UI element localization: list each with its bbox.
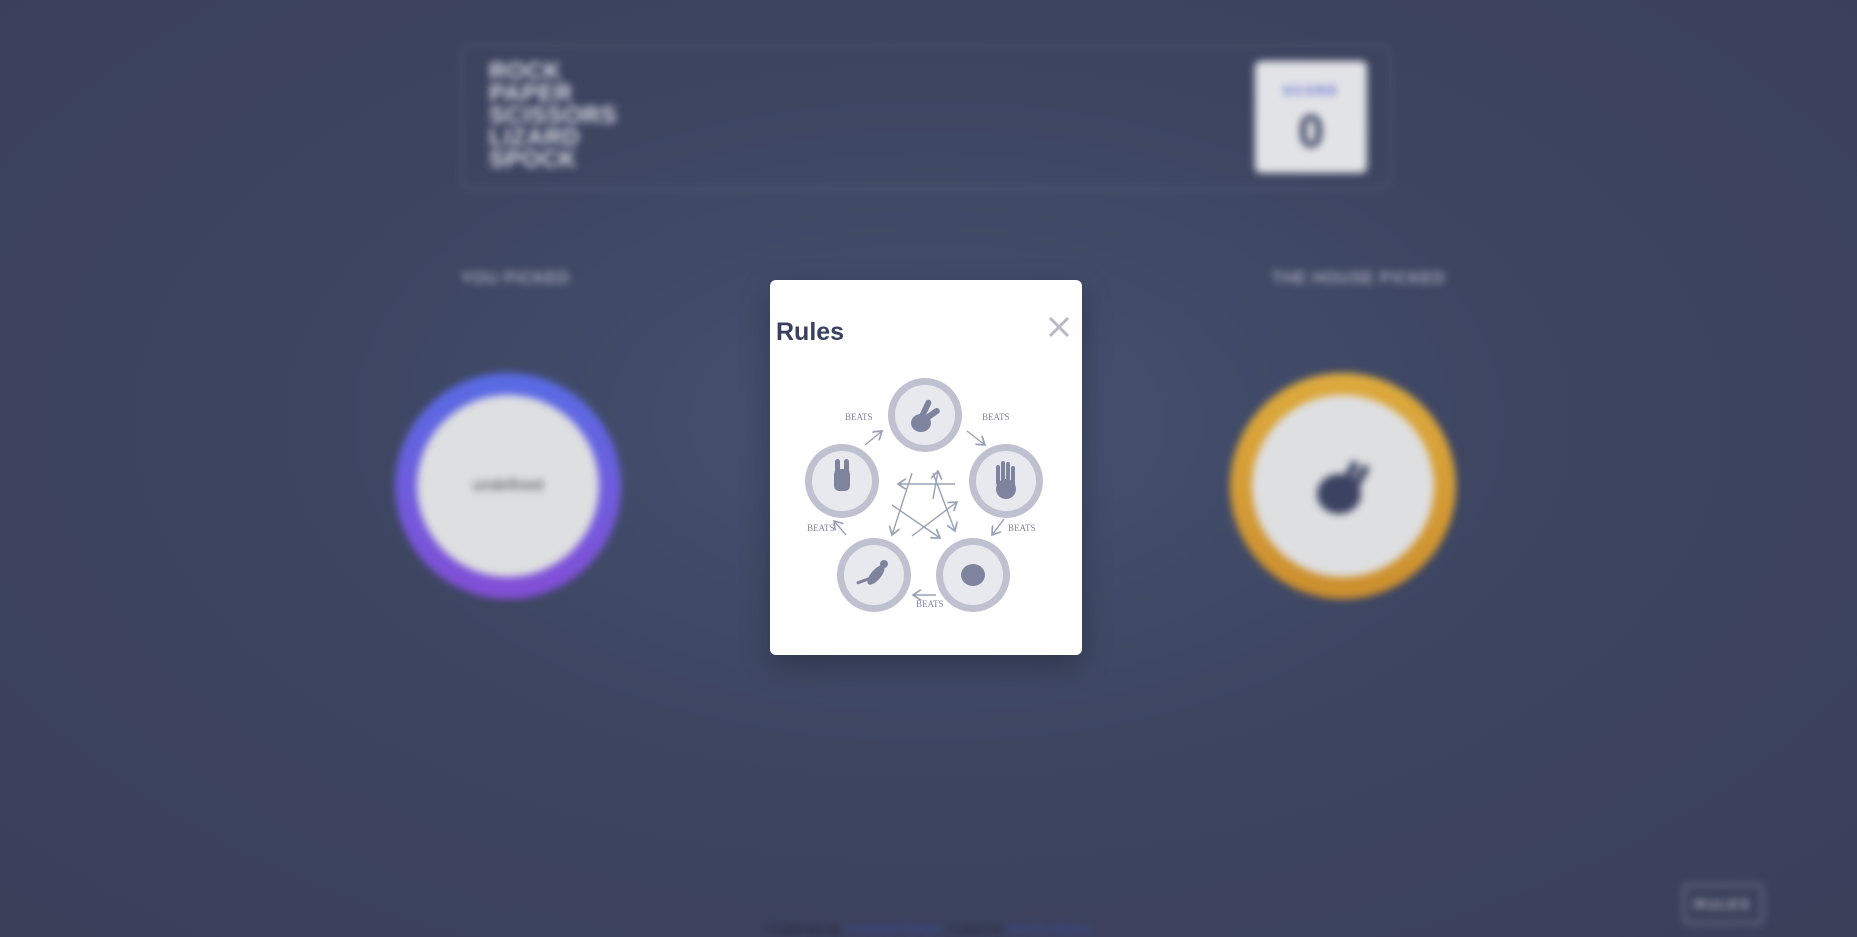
house-pick-token-face [1252,395,1434,577]
score-box: SCORE 0 [1255,61,1367,173]
spock-hand-icon [1317,461,1369,514]
score-label: SCORE [1282,83,1340,98]
rules-modal: Rules BEATS BEATS BEATS BEATS BEATS [770,280,1082,655]
beats-label: BEATS [807,523,835,533]
you-picked-label: YOU PICKED [461,270,570,287]
attribution-footer: Challenge by Frontend Mentor. Coded by S… [0,921,1857,936]
coder-link[interactable]: Samiha Bodiur [1007,921,1092,936]
modal-title: Rules [776,318,845,346]
rock-hand-icon [961,564,985,586]
title-word-spock: SPOCK [489,146,577,173]
challenge-prefix: Challenge by [765,921,842,936]
user-pick-token: undefined [395,373,621,599]
rules-diagram: BEATS BEATS BEATS BEATS BEATS [805,378,1043,612]
beats-label: BEATS [982,412,1010,422]
broken-image-text: undefined [472,477,544,494]
beats-label: BEATS [1008,523,1036,533]
frontend-mentor-link[interactable]: Frontend Mentor [845,921,940,936]
scoreboard-header: ROCK PAPER SCISSORS LIZARD SPOCK SCORE 0 [460,44,1392,190]
house-picked-label: THE HOUSE PICKED [1272,270,1446,287]
close-icon[interactable] [1045,313,1073,341]
beats-label: BEATS [916,599,944,609]
rules-button[interactable]: RULES [1683,884,1763,924]
paper-hand-icon [996,461,1016,499]
score-value: 0 [1298,105,1324,157]
house-pick-token [1230,373,1456,599]
coded-prefix: . Coded by [940,921,1003,936]
beats-label: BEATS [845,412,873,422]
user-pick-token-face: undefined [417,395,599,577]
